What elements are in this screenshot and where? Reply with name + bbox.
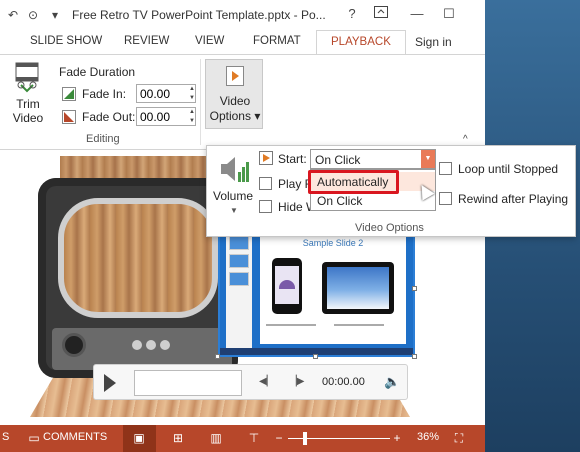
resize-handle[interactable]: [215, 354, 220, 359]
language-indicator: S: [2, 431, 10, 443]
tv-button: [132, 340, 142, 350]
rewind-after-playing-row[interactable]: Rewind after Playing: [439, 190, 574, 208]
volume-icon[interactable]: 🔈: [384, 374, 400, 390]
tv-button: [146, 340, 156, 350]
chevron-down-icon[interactable]: ▼: [230, 206, 238, 215]
fit-to-window-icon[interactable]: ⛶: [451, 430, 467, 446]
comment-icon[interactable]: ▭: [26, 430, 42, 446]
zoom-out-icon[interactable]: −: [271, 430, 287, 446]
video-options-label: Video Options ▾: [209, 94, 261, 123]
status-bar: S ▭ COMMENTS ▣ ⊞ ▥ ⊤ − + 36% ⛶: [0, 425, 485, 452]
caption-line: [334, 324, 384, 326]
video-thumbnail: [229, 254, 249, 268]
tablet-image: [322, 262, 394, 314]
fade-out-spinner-down-icon[interactable]: ▼: [188, 117, 196, 126]
video-thumbnail: [229, 272, 249, 286]
chevron-down-icon[interactable]: ▼: [421, 150, 435, 168]
fade-out-label: Fade Out:: [82, 110, 136, 124]
customize-qat-icon[interactable]: ▾: [48, 8, 62, 22]
zoom-level[interactable]: 36%: [417, 431, 439, 443]
loop-until-stopped-row[interactable]: Loop until Stopped: [439, 160, 569, 178]
minimize-button[interactable]: —: [408, 6, 426, 22]
editing-group-label: Editing: [86, 133, 120, 145]
phone-image: [272, 258, 302, 314]
skip-forward-icon[interactable]: ▕▶: [289, 376, 304, 387]
rewind-after-playing-checkbox[interactable]: [439, 192, 452, 205]
umbrella-icon: [279, 280, 295, 289]
tv-screen: [58, 198, 218, 318]
comments-button[interactable]: COMMENTS: [43, 431, 107, 443]
video-options-panel: Volume ▼ Start: On Click ▼ Play F Hide W…: [206, 145, 576, 237]
fade-out-input[interactable]: [136, 107, 196, 126]
ribbon-playback: Trim Video Fade Duration Fade In: ▲ ▼ Fa…: [0, 54, 485, 150]
ribbon-tabs: SLIDE SHOW REVIEW VIEW FORMAT PLAYBACK S…: [0, 30, 485, 83]
ribbon-display-options-icon[interactable]: [372, 6, 390, 22]
video-slide-title: Sample Slide 2: [302, 238, 364, 248]
playback-time: 00:00.00: [322, 376, 365, 388]
reading-view-icon[interactable]: ▥: [208, 430, 224, 446]
fade-out-spinner-up-icon[interactable]: ▲: [188, 108, 196, 117]
group-separator: [200, 59, 201, 145]
collapse-ribbon-icon[interactable]: ^: [463, 134, 468, 145]
video-playback-controls: ◀▏ ▕▶ 00:00.00 🔈: [93, 364, 408, 400]
help-button[interactable]: ?: [343, 6, 361, 22]
video-thumbnail-pane: [226, 232, 252, 350]
fade-in-input[interactable]: [136, 84, 196, 103]
resize-handle[interactable]: [412, 286, 417, 291]
video-slide-content: Sample Slide 2: [260, 232, 406, 344]
video-options-icon: [226, 66, 244, 86]
chevron-down-icon: ▾: [254, 109, 261, 123]
resize-handle[interactable]: [412, 354, 417, 359]
trim-video-button[interactable]: Trim Video: [10, 97, 46, 125]
start-select-value: On Click: [315, 153, 361, 167]
start-label: Start:: [278, 152, 307, 166]
tab-slide-show[interactable]: SLIDE SHOW: [30, 35, 102, 47]
from-beginning-icon[interactable]: ⊙: [26, 8, 40, 22]
undo-icon[interactable]: ↶: [6, 8, 20, 22]
volume-label[interactable]: Volume: [213, 189, 253, 203]
resize-handle[interactable]: [313, 354, 318, 359]
video-options-group-label: Video Options: [355, 222, 424, 234]
fade-out-icon: [62, 110, 76, 124]
loop-until-stopped-checkbox[interactable]: [439, 162, 452, 175]
tab-view[interactable]: VIEW: [195, 35, 224, 47]
hide-while-not-playing-checkbox[interactable]: [259, 200, 272, 213]
tab-playback[interactable]: PLAYBACK: [316, 30, 406, 55]
video-thumbnail: [229, 236, 249, 250]
start-select[interactable]: On Click ▼: [310, 149, 436, 169]
zoom-in-icon[interactable]: +: [389, 430, 405, 446]
fade-in-spinner-up-icon[interactable]: ▲: [188, 85, 196, 94]
play-icon[interactable]: [104, 374, 116, 392]
tv-knob: [62, 333, 86, 357]
highlight-annotation: [308, 170, 399, 194]
loop-until-stopped-label: Loop until Stopped: [458, 162, 559, 176]
window-title: Free Retro TV PowerPoint Template.pptx -…: [72, 8, 326, 22]
rewind-after-playing-label: Rewind after Playing: [458, 192, 569, 206]
fade-duration-label: Fade Duration: [59, 65, 136, 79]
seek-bar[interactable]: [134, 370, 242, 396]
zoom-slider-thumb[interactable]: [303, 432, 307, 445]
trim-video-icon[interactable]: [12, 61, 42, 93]
video-object[interactable]: Sample Slide 2: [218, 222, 415, 357]
caption-line: [266, 324, 316, 326]
volume-icon[interactable]: [219, 152, 249, 186]
play-full-screen-label: Play F: [278, 177, 313, 191]
tv-button: [160, 340, 170, 350]
tab-format[interactable]: FORMAT: [253, 35, 301, 47]
fade-in-label: Fade In:: [82, 87, 127, 101]
tab-review[interactable]: REVIEW: [124, 35, 169, 47]
slide-show-icon[interactable]: ⊤: [246, 430, 262, 446]
start-icon: [259, 151, 273, 165]
slide-sorter-icon[interactable]: ⊞: [170, 430, 186, 446]
normal-view-icon[interactable]: ▣: [131, 430, 147, 446]
video-options-button[interactable]: Video Options ▾: [205, 59, 263, 129]
play-full-screen-checkbox[interactable]: [259, 177, 272, 190]
fade-in-spinner-down-icon[interactable]: ▼: [188, 94, 196, 103]
sign-in-link[interactable]: Sign in: [415, 35, 452, 49]
maximize-button[interactable]: ☐: [440, 6, 458, 22]
fade-in-icon: [62, 87, 76, 101]
skip-back-icon[interactable]: ◀▏: [259, 376, 274, 387]
title-bar: ↶ ⊙ ▾ Free Retro TV PowerPoint Template.…: [0, 0, 485, 30]
